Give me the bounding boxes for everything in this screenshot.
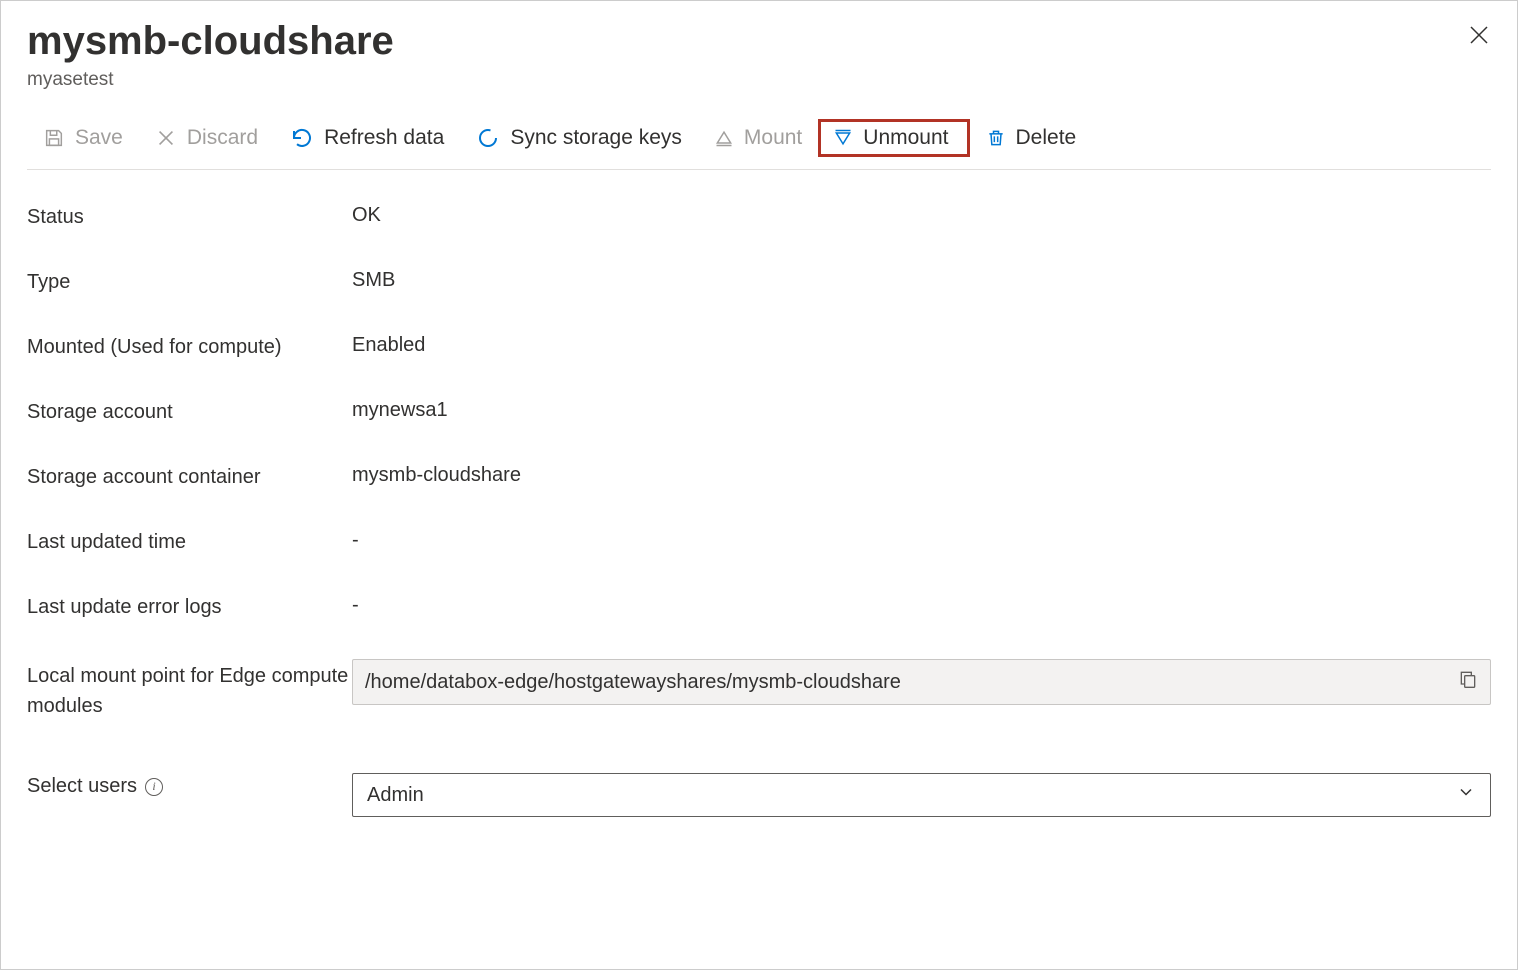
- discard-label: Discard: [187, 126, 258, 150]
- save-button: Save: [27, 120, 139, 156]
- mounted-value: Enabled: [352, 334, 1491, 357]
- row-last-updated: Last updated time -: [27, 529, 1491, 554]
- mount-point-value: /home/databox-edge/hostgatewayshares/mys…: [365, 671, 901, 694]
- mount-point-label: Local mount point for Edge compute modul…: [27, 659, 352, 721]
- refresh-button[interactable]: Refresh data: [274, 120, 460, 156]
- row-storage-account: Storage account mynewsa1: [27, 399, 1491, 424]
- container-label: Storage account container: [27, 464, 352, 489]
- unmount-icon: [833, 128, 853, 148]
- copy-icon: [1458, 668, 1478, 690]
- close-icon: [1467, 30, 1491, 52]
- select-users-label: Select users: [27, 775, 137, 798]
- mount-icon: [714, 128, 734, 148]
- type-value: SMB: [352, 269, 1491, 292]
- sync-icon: [476, 126, 500, 150]
- delete-label: Delete: [1016, 126, 1077, 150]
- content-area: Status OK Type SMB Mounted (Used for com…: [27, 204, 1491, 817]
- error-logs-label: Last update error logs: [27, 594, 352, 619]
- row-status: Status OK: [27, 204, 1491, 229]
- select-users-value: Admin: [367, 784, 424, 807]
- status-label: Status: [27, 204, 352, 229]
- share-panel: mysmb-cloudshare myasetest Save Discard: [0, 0, 1518, 970]
- row-error-logs: Last update error logs -: [27, 594, 1491, 619]
- mount-label: Mount: [744, 126, 802, 150]
- save-label: Save: [75, 126, 123, 150]
- unmount-label: Unmount: [863, 126, 948, 150]
- page-title: mysmb-cloudshare: [27, 19, 1491, 63]
- chevron-down-icon: [1456, 782, 1476, 808]
- last-updated-label: Last updated time: [27, 529, 352, 554]
- mount-button: Mount: [698, 120, 818, 156]
- mount-point-field: /home/databox-edge/hostgatewayshares/mys…: [352, 659, 1491, 705]
- page-subtitle: myasetest: [27, 69, 1491, 91]
- info-icon[interactable]: i: [145, 778, 163, 796]
- type-label: Type: [27, 269, 352, 294]
- select-users-dropdown[interactable]: Admin: [352, 773, 1491, 817]
- discard-icon: [155, 127, 177, 149]
- delete-icon: [986, 127, 1006, 149]
- row-type: Type SMB: [27, 269, 1491, 294]
- mounted-label: Mounted (Used for compute): [27, 334, 352, 359]
- discard-button: Discard: [139, 120, 274, 156]
- last-updated-value: -: [352, 529, 1491, 552]
- storage-account-label: Storage account: [27, 399, 352, 424]
- select-users-label-col: Select users i: [27, 773, 352, 798]
- row-container: Storage account container mysmb-cloudsha…: [27, 464, 1491, 489]
- unmount-button[interactable]: Unmount: [818, 119, 969, 157]
- row-mounted: Mounted (Used for compute) Enabled: [27, 334, 1491, 359]
- refresh-label: Refresh data: [324, 126, 444, 150]
- row-mount-point: Local mount point for Edge compute modul…: [27, 659, 1491, 721]
- refresh-icon: [290, 126, 314, 150]
- storage-account-value: mynewsa1: [352, 399, 1491, 422]
- sync-label: Sync storage keys: [510, 126, 682, 150]
- close-button[interactable]: [1467, 23, 1491, 53]
- delete-button[interactable]: Delete: [970, 120, 1093, 156]
- error-logs-value: -: [352, 594, 1491, 617]
- row-select-users: Select users i Admin: [27, 773, 1491, 817]
- copy-button[interactable]: [1458, 668, 1478, 696]
- sync-button[interactable]: Sync storage keys: [460, 120, 698, 156]
- toolbar: Save Discard Refresh data: [27, 119, 1491, 170]
- save-icon: [43, 127, 65, 149]
- container-value: mysmb-cloudshare: [352, 464, 1491, 487]
- status-value: OK: [352, 204, 1491, 227]
